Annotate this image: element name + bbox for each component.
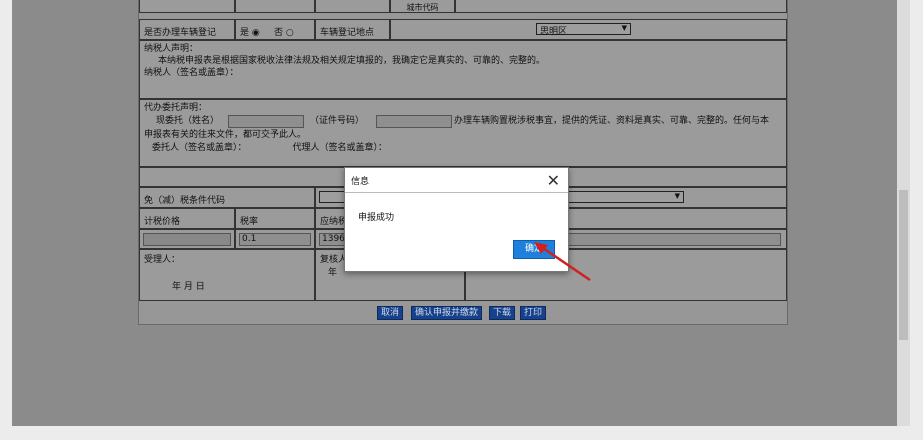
top-code-label: 城市代码	[390, 0, 455, 13]
tax-price-cell	[139, 229, 235, 249]
print-button[interactable]: 打印	[520, 306, 547, 320]
tax-price-label: 计税价格	[139, 208, 235, 229]
receiver-date: 年 月 日	[172, 282, 205, 292]
registration-place-cell: 思明区 ▼	[390, 19, 787, 40]
yes-label: 是	[240, 28, 250, 38]
scrollbar-thumb[interactable]	[899, 190, 908, 340]
proxy-declaration: 代办委托声明： 现委托（姓名） （证件号码） 办理车辆购置税涉税事宜，提供的凭证…	[139, 99, 787, 167]
exemption-label: 免（减）税条件代码	[139, 187, 315, 208]
registration-place-label: 车辆登记地点	[315, 19, 390, 40]
chevron-down-icon: ▼	[621, 24, 627, 32]
chevron-down-icon: ▼	[674, 192, 680, 200]
tax-form: 城市代码 是否办理车辆登记 是 ◉ 否 ○ 车辆登记地点 思明区 ▼ 纳税人声明：…	[138, 0, 788, 325]
scrollbar[interactable]	[897, 0, 910, 426]
proxy-text-1: 办理车辆购置税涉税事宜，提供的凭证、资料是真实、可靠、完整的。任何与本	[454, 116, 770, 126]
yes-radio[interactable]: 是 ◉	[240, 28, 260, 38]
tax-rate-input[interactable]: 0.1	[239, 233, 311, 246]
no-radio[interactable]: 否 ○	[274, 28, 294, 38]
tax-rate-label: 税率	[235, 208, 315, 229]
top-cell	[235, 0, 315, 13]
proxy-title: 代办委托声明：	[144, 103, 208, 113]
tax-rate-cell: 0.1	[235, 229, 315, 249]
registration-place-select[interactable]: 思明区 ▼	[536, 23, 631, 37]
dialog-message: 申报成功	[358, 213, 395, 223]
no-label: 否	[274, 28, 284, 38]
cancel-button[interactable]: 取消	[377, 306, 404, 320]
top-cell	[315, 0, 390, 13]
red-arrow-icon	[534, 242, 591, 282]
registration-radio-group: 是 ◉ 否 ○	[235, 19, 315, 40]
proxy-entrust-label: 现委托（姓名）	[156, 116, 220, 126]
taxpayer-declaration-text: 本纳税申报表是根据国家税收法律法规及相关规定填报的，我确定它是真实的、可靠的、完…	[158, 56, 546, 66]
proxy-text-2: 申报表有关的往来文件，都可交予此人。	[144, 130, 307, 140]
taxpayer-declaration-title: 纳税人声明：	[144, 44, 199, 54]
top-cell	[139, 0, 235, 13]
proxy-name-input[interactable]	[228, 115, 304, 128]
taxpayer-declaration: 纳税人声明： 本纳税申报表是根据国家税收法律法规及相关规定填报的，我确定它是真实…	[139, 40, 787, 99]
top-cell	[455, 0, 787, 13]
proxy-id-label: （证件号码）	[310, 116, 365, 126]
tax-price-input[interactable]	[143, 233, 231, 246]
close-icon[interactable]: ✕	[547, 171, 560, 190]
download-button[interactable]: 下载	[489, 306, 516, 320]
receiver-label: 受理人：	[144, 255, 181, 265]
proxy-agent-label: 代理人（签名或盖章）：	[292, 143, 388, 153]
receiver-cell: 受理人： 年 月 日	[139, 249, 315, 301]
vehicle-registration-label: 是否办理车辆登记	[139, 19, 235, 40]
dialog-title: 信息	[345, 168, 568, 193]
proxy-principal-label: 委托人（签名或盖章）：	[152, 143, 247, 153]
taxpayer-sign-label: 纳税人（签名或盖章）：	[144, 68, 239, 78]
registration-place-value: 思明区	[540, 27, 568, 37]
proxy-id-input[interactable]	[376, 115, 452, 128]
confirm-pay-button[interactable]: 确认申报并缴款	[411, 306, 483, 320]
